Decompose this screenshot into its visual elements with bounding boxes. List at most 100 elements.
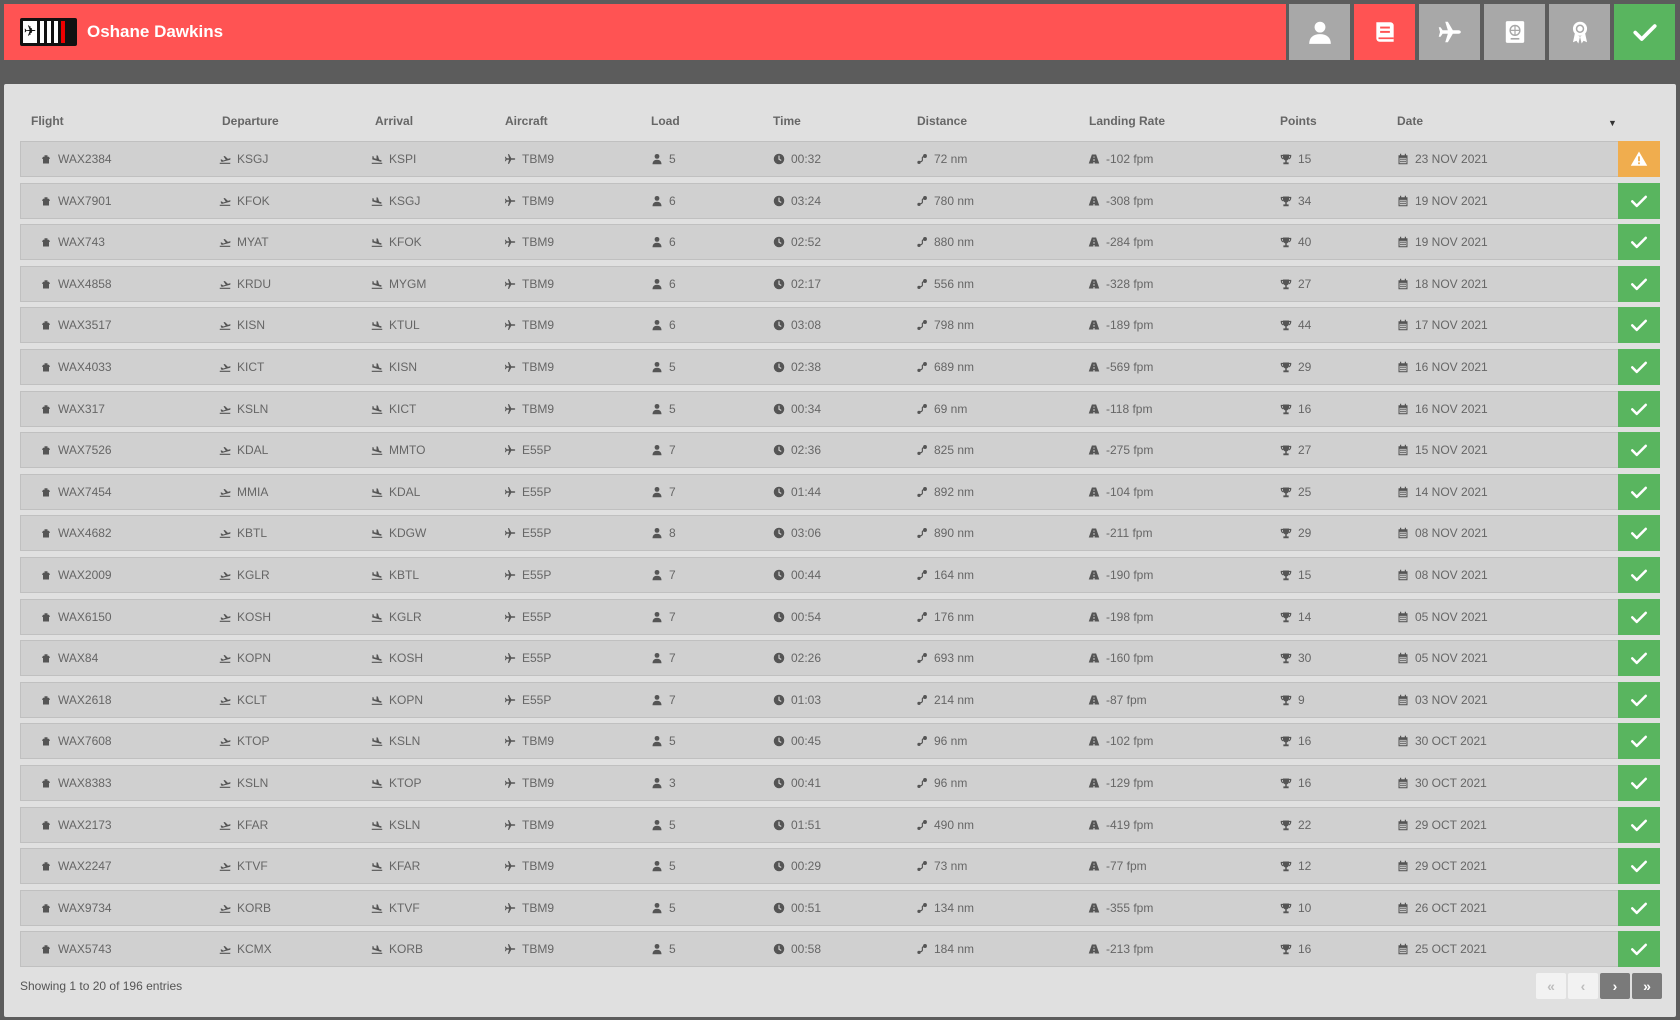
- last-page-button[interactable]: »: [1632, 973, 1662, 999]
- status-warning-button[interactable]: [1618, 141, 1660, 177]
- table-row[interactable]: WAX6150 KOSH KGLR E55P 7 00:54 176 nm -198 fpm 1…: [20, 599, 1660, 635]
- cell-dep: KBTL: [219, 516, 267, 550]
- table-row[interactable]: WAX2009 KGLR KBTL E55P 7 00:44 164 nm -190 fpm 1…: [20, 557, 1660, 593]
- cell-points: 27: [1280, 267, 1311, 301]
- check-icon: [1630, 902, 1648, 915]
- prev-page-button[interactable]: ‹: [1568, 973, 1598, 999]
- table-row[interactable]: WAX4682 KBTL KDGW E55P 8 03:06 890 nm -211 fpm 2…: [20, 515, 1660, 551]
- first-page-button[interactable]: «: [1536, 973, 1566, 999]
- table-row[interactable]: WAX7526 KDAL MMTO E55P 7 02:36 825 nm -275 fpm 2…: [20, 432, 1660, 468]
- table-row[interactable]: WAX7454 MMIA KDAL E55P 7 01:44 892 nm -104 fpm 2…: [20, 474, 1660, 510]
- cell-date-value: 15 NOV 2021: [1415, 443, 1488, 457]
- cell-aircraft-value: TBM9: [522, 360, 555, 374]
- cell-load-value: 6: [669, 277, 676, 291]
- cell-time-value: 03:08: [791, 318, 822, 332]
- status-accepted-button[interactable]: [1618, 474, 1660, 510]
- user-icon: [652, 819, 662, 831]
- status-accepted-button[interactable]: [1618, 391, 1660, 427]
- profile-nav-button[interactable]: [1289, 4, 1350, 60]
- column-header-time[interactable]: Time: [773, 114, 801, 128]
- table-row[interactable]: WAX2618 KCLT KOPN E55P 7 01:03 214 nm -87 fpm 9 0…: [20, 682, 1660, 718]
- cell-load-value: 6: [669, 235, 676, 249]
- logbook-nav-button[interactable]: [1354, 4, 1415, 60]
- trophy-icon: [1280, 320, 1292, 331]
- status-accepted-button[interactable]: [1618, 432, 1660, 468]
- table-row[interactable]: WAX7901 KFOK KSGJ TBM9 6 03:24 780 nm -308 fpm 3…: [20, 183, 1660, 219]
- cell-distance-value: 134 nm: [934, 901, 975, 915]
- cell-points: 16: [1280, 392, 1311, 426]
- column-header-load[interactable]: Load: [651, 114, 680, 128]
- takeoff-icon: [219, 905, 231, 913]
- trophy-icon: [1280, 820, 1292, 831]
- column-header-aircraft[interactable]: Aircraft: [505, 114, 548, 128]
- runway-icon: [1088, 362, 1100, 372]
- column-header-departure[interactable]: Departure: [222, 114, 279, 128]
- table-row[interactable]: WAX7608 KTOP KSLN TBM9 5 00:45 96 nm -102 fpm 16…: [20, 723, 1660, 759]
- flights-nav-button[interactable]: [1419, 4, 1480, 60]
- cell-dep-value: KSLN: [237, 776, 269, 790]
- cell-load: 5: [651, 142, 676, 176]
- table-row[interactable]: WAX9734 KORB KTVF TBM9 5 00:51 134 nm -355 fpm 1…: [20, 890, 1660, 926]
- status-accepted-button[interactable]: [1618, 682, 1660, 718]
- status-accepted-button[interactable]: [1618, 890, 1660, 926]
- cell-dep: KTOP: [219, 724, 269, 758]
- cell-aircraft: E55P: [504, 475, 551, 509]
- status-accepted-button[interactable]: [1618, 349, 1660, 385]
- table-row[interactable]: WAX743 MYAT KFOK TBM9 6 02:52 880 nm -284 fpm 40…: [20, 224, 1660, 260]
- status-accepted-button[interactable]: [1618, 848, 1660, 884]
- table-row[interactable]: WAX317 KSLN KICT TBM9 5 00:34 69 nm -118 fpm 16 1…: [20, 391, 1660, 427]
- status-accepted-button[interactable]: [1618, 807, 1660, 843]
- cell-date-value: 26 OCT 2021: [1415, 901, 1487, 915]
- cell-aircraft: TBM9: [504, 184, 554, 218]
- calendar-icon: [1398, 403, 1408, 415]
- landing-icon: [371, 446, 383, 455]
- status-accepted-button[interactable]: [1618, 307, 1660, 343]
- table-row[interactable]: WAX3517 KISN KTUL TBM9 6 03:08 798 nm -189 fpm 4…: [20, 307, 1660, 343]
- column-header-arrival[interactable]: Arrival: [375, 114, 413, 128]
- table-row[interactable]: WAX4033 KICT KISN TBM9 5 02:38 689 nm -569 fpm 2…: [20, 349, 1660, 385]
- table-row[interactable]: WAX2173 KFAR KSLN TBM9 5 01:51 490 nm -419 fpm 2…: [20, 807, 1660, 843]
- column-header-points[interactable]: Points: [1280, 114, 1317, 128]
- column-header-date[interactable]: Date: [1397, 114, 1423, 128]
- status-accepted-button[interactable]: [1618, 765, 1660, 801]
- table-row[interactable]: WAX2247 KTVF KFAR TBM9 5 00:29 73 nm -77 fpm 12 2…: [20, 848, 1660, 884]
- check-icon: [1630, 611, 1648, 624]
- cell-load-value: 5: [669, 901, 676, 915]
- status-accepted-button[interactable]: [1618, 224, 1660, 260]
- cell-distance-value: 96 nm: [934, 734, 968, 748]
- cell-time-value: 00:32: [791, 152, 822, 166]
- warning-icon: [1630, 151, 1648, 166]
- status-accepted-button[interactable]: [1618, 515, 1660, 551]
- status-accepted-button[interactable]: [1618, 599, 1660, 635]
- cell-load-value: 7: [669, 443, 676, 457]
- status-accepted-button[interactable]: [1618, 931, 1660, 967]
- awards-nav-button[interactable]: [1549, 4, 1610, 60]
- column-header-landing-rate[interactable]: Landing Rate: [1089, 114, 1165, 128]
- status-accepted-button[interactable]: [1618, 266, 1660, 302]
- table-row[interactable]: WAX4858 KRDU MYGM TBM9 6 02:17 556 nm -328 fpm 2…: [20, 266, 1660, 302]
- flight-bag-icon: [42, 280, 50, 289]
- cell-points: 40: [1280, 225, 1311, 259]
- cell-date: 05 NOV 2021: [1397, 600, 1488, 634]
- table-row[interactable]: WAX8383 KSLN KTOP TBM9 3 00:41 96 nm -129 fpm 16…: [20, 765, 1660, 801]
- column-header-distance[interactable]: Distance: [917, 114, 967, 128]
- status-accepted-button[interactable]: [1618, 557, 1660, 593]
- status-accepted-button[interactable]: [1618, 640, 1660, 676]
- next-page-button[interactable]: ›: [1600, 973, 1630, 999]
- cell-load: 5: [651, 724, 676, 758]
- flight-bag-icon: [42, 821, 50, 830]
- cell-flight: WAX84: [40, 641, 98, 675]
- passport-nav-button[interactable]: [1484, 4, 1545, 60]
- table-row[interactable]: WAX2384 KSGJ KSPI TBM9 5 00:32 72 nm -102 fpm 15…: [20, 141, 1660, 177]
- status-accepted-button[interactable]: [1618, 183, 1660, 219]
- column-header-flight[interactable]: Flight: [31, 114, 64, 128]
- validate-nav-button[interactable]: [1614, 4, 1675, 60]
- cell-load: 7: [651, 683, 676, 717]
- status-accepted-button[interactable]: [1618, 723, 1660, 759]
- table-row[interactable]: WAX5743 KCMX KORB TBM9 5 00:58 184 nm -213 fpm 1…: [20, 931, 1660, 967]
- table-row[interactable]: WAX84 KOPN KOSH E55P 7 02:26 693 nm -160 fpm 30 0…: [20, 640, 1660, 676]
- cell-dep-value: KRDU: [237, 277, 272, 291]
- check-icon: [1630, 278, 1648, 291]
- sort-desc-icon[interactable]: ▼: [1608, 118, 1617, 128]
- cell-date: 29 OCT 2021: [1397, 849, 1487, 883]
